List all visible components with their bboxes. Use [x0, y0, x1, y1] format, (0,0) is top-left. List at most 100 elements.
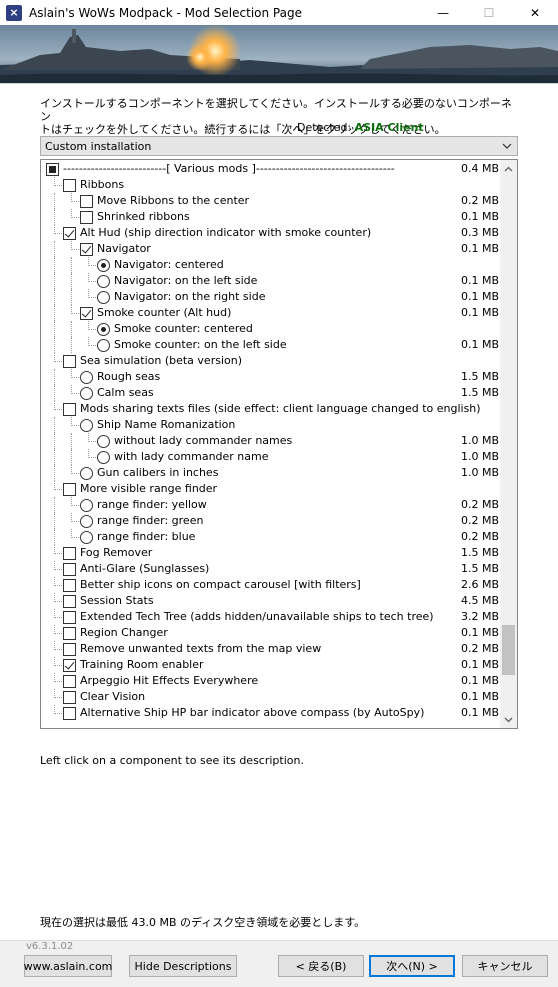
component-label: Fog Remover [80, 546, 153, 559]
component-radio[interactable] [97, 451, 110, 464]
component-row[interactable]: range finder: green 0.2 MB [41, 513, 501, 529]
component-row[interactable]: Navigator: on the left side 0.1 MB [41, 273, 501, 289]
component-row[interactable]: Smoke counter: centered [41, 321, 501, 337]
component-radio[interactable] [97, 435, 110, 448]
component-row[interactable]: Gun calibers in inches 1.0 MB [41, 465, 501, 481]
component-checkbox[interactable] [63, 611, 76, 624]
component-checkbox[interactable] [63, 595, 76, 608]
component-radio[interactable] [80, 531, 93, 544]
component-label: Navigator: centered [114, 258, 224, 271]
scroll-up-button[interactable] [500, 160, 517, 177]
component-radio[interactable] [80, 499, 93, 512]
component-checkbox[interactable] [63, 227, 76, 240]
component-row[interactable]: Navigator 0.1 MB [41, 241, 501, 257]
component-row[interactable]: with lady commander name 1.0 MB [41, 449, 501, 465]
component-checkbox[interactable] [63, 355, 76, 368]
component-checkbox[interactable] [63, 483, 76, 496]
component-checkbox[interactable] [63, 179, 76, 192]
scroll-down-button[interactable] [500, 711, 517, 728]
chevron-up-icon [504, 166, 513, 171]
component-radio[interactable] [97, 323, 110, 336]
component-checkbox[interactable] [63, 563, 76, 576]
hide-descriptions-button[interactable]: Hide Descriptions [129, 955, 237, 977]
component-radio[interactable] [97, 275, 110, 288]
component-row[interactable]: Alt Hud (ship direction indicator with s… [41, 225, 501, 241]
component-radio[interactable] [80, 419, 93, 432]
component-radio[interactable] [97, 291, 110, 304]
component-row[interactable]: Navigator: on the right side 0.1 MB [41, 289, 501, 305]
next-button[interactable]: 次へ(N) > [369, 955, 455, 977]
component-checkbox[interactable] [63, 675, 76, 688]
component-checkbox[interactable] [63, 627, 76, 640]
component-checkbox[interactable] [80, 243, 93, 256]
component-row[interactable]: Sea simulation (beta version) [41, 353, 501, 369]
component-row[interactable]: Rough seas 1.5 MB [41, 369, 501, 385]
minimize-button[interactable]: — [420, 0, 466, 25]
component-radio[interactable] [97, 339, 110, 352]
component-row[interactable]: Clear Vision 0.1 MB [41, 689, 501, 705]
cancel-button[interactable]: キャンセル [462, 955, 548, 977]
component-row[interactable]: Calm seas 1.5 MB [41, 385, 501, 401]
component-checkbox[interactable] [46, 163, 59, 176]
component-row[interactable]: Smoke counter (Alt hud) 0.1 MB [41, 305, 501, 321]
component-row[interactable]: range finder: blue 0.2 MB [41, 529, 501, 545]
component-row[interactable]: Ribbons [41, 177, 501, 193]
component-radio[interactable] [97, 259, 110, 272]
tree-guide [71, 289, 72, 305]
tree-connector [88, 281, 96, 282]
component-row[interactable]: Arpeggio Hit Effects Everywhere 0.1 MB [41, 673, 501, 689]
component-row[interactable]: without lady commander names 1.0 MB [41, 433, 501, 449]
tree-connector [71, 393, 79, 394]
component-checkbox[interactable] [63, 579, 76, 592]
vertical-scrollbar[interactable] [500, 160, 517, 728]
component-radio[interactable] [80, 371, 93, 384]
component-radio[interactable] [80, 467, 93, 480]
component-row[interactable]: --------------------------[ Various mods… [41, 161, 501, 177]
detected-label: Detected: [297, 121, 352, 134]
component-row[interactable]: Better ship icons on compact carousel [w… [41, 577, 501, 593]
component-radio[interactable] [80, 515, 93, 528]
tree-guide [71, 193, 72, 202]
component-row[interactable]: Alternative Ship HP bar indicator above … [41, 705, 501, 721]
component-checkbox[interactable] [63, 659, 76, 672]
scroll-thumb[interactable] [502, 625, 515, 675]
install-type-dropdown[interactable]: Custom installation [40, 136, 518, 156]
close-button[interactable]: ✕ [512, 0, 558, 25]
component-row[interactable]: Remove unwanted texts from the map view 0… [41, 641, 501, 657]
component-checkbox[interactable] [63, 643, 76, 656]
component-row[interactable]: Extended Tech Tree (adds hidden/unavaila… [41, 609, 501, 625]
component-row[interactable]: Move Ribbons to the center 0.2 MB [41, 193, 501, 209]
component-row[interactable]: Fog Remover 1.5 MB [41, 545, 501, 561]
component-row[interactable]: Mods sharing texts files (side effect: c… [41, 401, 501, 417]
tree-connector [88, 345, 96, 346]
component-row[interactable]: range finder: yellow 0.2 MB [41, 497, 501, 513]
component-row[interactable]: Smoke counter: on the left side 0.1 MB [41, 337, 501, 353]
component-label: with lady commander name [114, 450, 269, 463]
component-checkbox[interactable] [63, 547, 76, 560]
component-checkbox[interactable] [63, 707, 76, 720]
header-banner [0, 25, 558, 83]
component-checkbox[interactable] [80, 211, 93, 224]
component-checkbox[interactable] [80, 195, 93, 208]
component-row[interactable]: More visible range finder [41, 481, 501, 497]
component-row[interactable]: Session Stats 4.5 MB [41, 593, 501, 609]
component-tree[interactable]: --------------------------[ Various mods… [40, 159, 518, 729]
component-row[interactable]: Anti-Glare (Sunglasses) 1.5 MB [41, 561, 501, 577]
component-label: Shrinked ribbons [97, 210, 190, 223]
component-row[interactable]: Training Room enabler 0.1 MB [41, 657, 501, 673]
component-size: 0.1 MB [461, 706, 500, 719]
component-size: 4.5 MB [461, 594, 500, 607]
component-checkbox[interactable] [63, 403, 76, 416]
component-checkbox[interactable] [63, 691, 76, 704]
website-button[interactable]: www.aslain.com [24, 955, 112, 977]
component-row[interactable]: Navigator: centered [41, 257, 501, 273]
component-radio[interactable] [80, 387, 93, 400]
component-row[interactable]: Ship Name Romanization [41, 417, 501, 433]
component-row[interactable]: Region Changer 0.1 MB [41, 625, 501, 641]
tree-guide [54, 401, 55, 410]
component-row[interactable]: Shrinked ribbons 0.1 MB [41, 209, 501, 225]
tree-guide [71, 449, 72, 465]
back-button[interactable]: < 戻る(B) [278, 955, 364, 977]
component-checkbox[interactable] [80, 307, 93, 320]
tree-connector [71, 473, 79, 474]
